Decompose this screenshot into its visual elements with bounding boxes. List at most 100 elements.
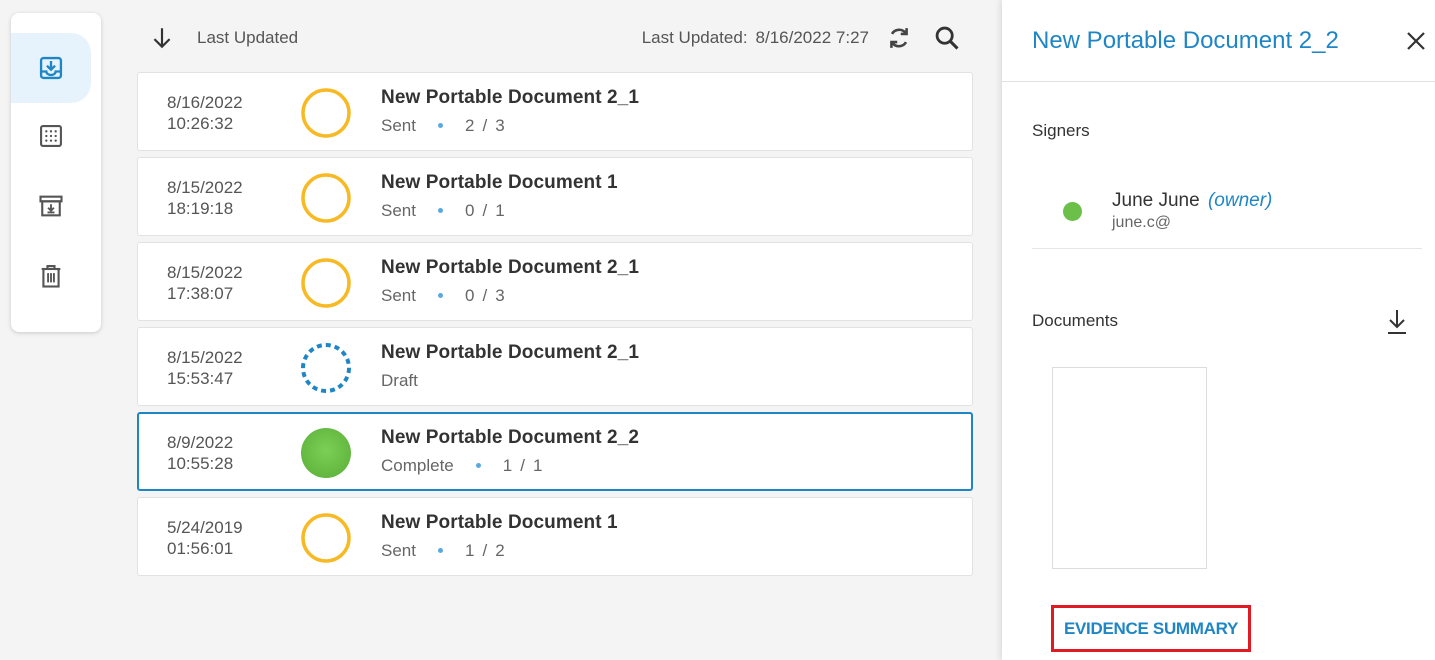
row-status: Sent bbox=[381, 201, 416, 220]
inbox-download-icon bbox=[39, 56, 63, 80]
sent-status-ring-icon bbox=[301, 88, 351, 138]
sent-status-ring-icon bbox=[301, 258, 351, 308]
count-separator: / bbox=[482, 201, 488, 220]
row-datetime: 5/24/2019 01:56:01 bbox=[167, 517, 243, 559]
search-icon[interactable] bbox=[933, 24, 961, 52]
document-row[interactable]: 8/16/2022 10:26:32 New Portable Document… bbox=[137, 72, 973, 151]
row-datetime: 8/15/2022 18:19:18 bbox=[167, 177, 243, 219]
row-status: Sent bbox=[381, 541, 416, 560]
document-row-selected[interactable]: 8/9/2022 10:55:28 New Portable Document … bbox=[137, 412, 973, 491]
row-total-count: 1 bbox=[495, 201, 505, 220]
document-row[interactable]: 5/24/2019 01:56:01 New Portable Document… bbox=[137, 497, 973, 576]
row-total-count: 1 bbox=[532, 456, 543, 475]
sort-label[interactable]: Last Updated bbox=[197, 28, 298, 48]
row-time: 10:55:28 bbox=[167, 454, 234, 473]
archive-box-icon bbox=[39, 195, 63, 217]
count-separator: / bbox=[520, 456, 525, 475]
last-updated-label: Last Updated: bbox=[641, 28, 748, 47]
documents-heading: Documents bbox=[1032, 311, 1118, 330]
left-nav-rail bbox=[11, 13, 101, 332]
row-status: Sent bbox=[381, 286, 416, 305]
row-status-line: Sent 0 / 1 bbox=[381, 201, 505, 221]
document-details-panel: New Portable Document 2_2 Signers June J… bbox=[1002, 0, 1435, 660]
row-status-line: Draft bbox=[381, 371, 418, 391]
row-status: Sent bbox=[381, 116, 416, 135]
row-datetime: 8/16/2022 10:26:32 bbox=[167, 92, 243, 134]
row-signed-count: 1 bbox=[502, 456, 513, 475]
document-row[interactable]: 8/15/2022 17:38:07 New Portable Document… bbox=[137, 242, 973, 321]
row-time: 17:38:07 bbox=[167, 284, 234, 303]
row-date: 8/9/2022 bbox=[167, 433, 234, 452]
count-separator: / bbox=[482, 541, 488, 560]
row-total-count: 3 bbox=[495, 116, 505, 135]
draft-status-dashed-ring-icon bbox=[301, 343, 351, 393]
evidence-summary-button[interactable]: EVIDENCE SUMMARY bbox=[1051, 605, 1251, 652]
row-status-line: Sent 1 / 2 bbox=[381, 541, 505, 561]
row-time: 18:19:18 bbox=[167, 199, 234, 218]
row-time: 01:56:01 bbox=[167, 539, 234, 558]
row-title: New Portable Document 2_1 bbox=[381, 87, 640, 108]
signers-heading: Signers bbox=[1032, 121, 1090, 140]
list-toolbar: Last Updated Last Updated: 8/16/2022 7:27 bbox=[137, 14, 973, 60]
separator-dot bbox=[437, 547, 443, 553]
row-status: Draft bbox=[381, 371, 418, 390]
row-date: 5/24/2019 bbox=[167, 518, 243, 537]
refresh-icon[interactable] bbox=[885, 23, 913, 53]
signer-role: (owner) bbox=[1207, 190, 1273, 211]
row-datetime: 8/15/2022 15:53:47 bbox=[167, 347, 243, 389]
rail-item-inbox[interactable] bbox=[11, 33, 91, 103]
sort-arrow-down-icon[interactable] bbox=[149, 24, 175, 52]
rail-item-trash[interactable] bbox=[11, 241, 91, 311]
row-status-line: Complete 1 / 1 bbox=[381, 456, 542, 476]
download-icon[interactable] bbox=[1385, 308, 1409, 336]
grid-dots-icon bbox=[40, 125, 62, 147]
separator-dot bbox=[437, 292, 443, 298]
row-signed-count: 0 bbox=[464, 201, 475, 220]
row-status-line: Sent 2 / 3 bbox=[381, 116, 505, 136]
separator-dot bbox=[437, 207, 443, 213]
row-date: 8/15/2022 bbox=[167, 178, 243, 197]
row-total-count: 3 bbox=[495, 286, 505, 305]
signer-item: June June (owner) june.c@ bbox=[1032, 176, 1422, 249]
panel-header: New Portable Document 2_2 bbox=[1002, 0, 1435, 82]
document-row[interactable]: 8/15/2022 15:53:47 New Portable Document… bbox=[137, 327, 973, 406]
signer-name: June June bbox=[1112, 190, 1200, 211]
count-separator: / bbox=[482, 286, 488, 305]
document-row[interactable]: 8/15/2022 18:19:18 New Portable Document… bbox=[137, 157, 973, 236]
separator-dot bbox=[437, 122, 443, 128]
row-total-count: 2 bbox=[495, 541, 505, 560]
last-updated-status: Last Updated: 8/16/2022 7:27 bbox=[642, 28, 869, 48]
sent-status-ring-icon bbox=[301, 513, 351, 563]
document-list: 8/16/2022 10:26:32 New Portable Document… bbox=[137, 72, 973, 582]
complete-status-filled-circle-icon bbox=[301, 428, 351, 478]
row-title: New Portable Document 1 bbox=[381, 172, 618, 193]
row-status: Complete bbox=[381, 456, 454, 475]
document-thumbnail[interactable] bbox=[1052, 367, 1207, 569]
signer-name-line: June June (owner) bbox=[1112, 190, 1272, 212]
row-date: 8/16/2022 bbox=[167, 93, 243, 112]
row-time: 15:53:47 bbox=[167, 369, 234, 388]
row-title: New Portable Document 2_1 bbox=[381, 342, 640, 363]
separator-dot bbox=[475, 462, 481, 468]
row-title: New Portable Document 1 bbox=[381, 512, 618, 533]
close-icon[interactable] bbox=[1405, 30, 1427, 52]
sent-status-ring-icon bbox=[301, 173, 351, 223]
rail-item-archive[interactable] bbox=[11, 171, 91, 241]
signer-status-dot bbox=[1063, 202, 1082, 221]
row-signed-count: 0 bbox=[464, 286, 475, 305]
row-datetime: 8/15/2022 17:38:07 bbox=[167, 262, 243, 304]
signer-email: june.c@ bbox=[1112, 214, 1171, 231]
row-status-line: Sent 0 / 3 bbox=[381, 286, 505, 306]
row-title: New Portable Document 2_2 bbox=[381, 427, 640, 448]
row-datetime: 8/9/2022 10:55:28 bbox=[167, 432, 233, 474]
trash-icon bbox=[41, 265, 61, 288]
count-separator: / bbox=[482, 116, 488, 135]
rail-item-templates[interactable] bbox=[11, 101, 91, 171]
row-time: 10:26:32 bbox=[167, 114, 234, 133]
last-updated-value: 8/16/2022 7:27 bbox=[755, 28, 869, 47]
row-date: 8/15/2022 bbox=[167, 263, 243, 282]
row-signed-count: 2 bbox=[464, 116, 475, 135]
row-title: New Portable Document 2_1 bbox=[381, 257, 640, 278]
row-signed-count: 1 bbox=[464, 541, 475, 560]
row-date: 8/15/2022 bbox=[167, 348, 243, 367]
